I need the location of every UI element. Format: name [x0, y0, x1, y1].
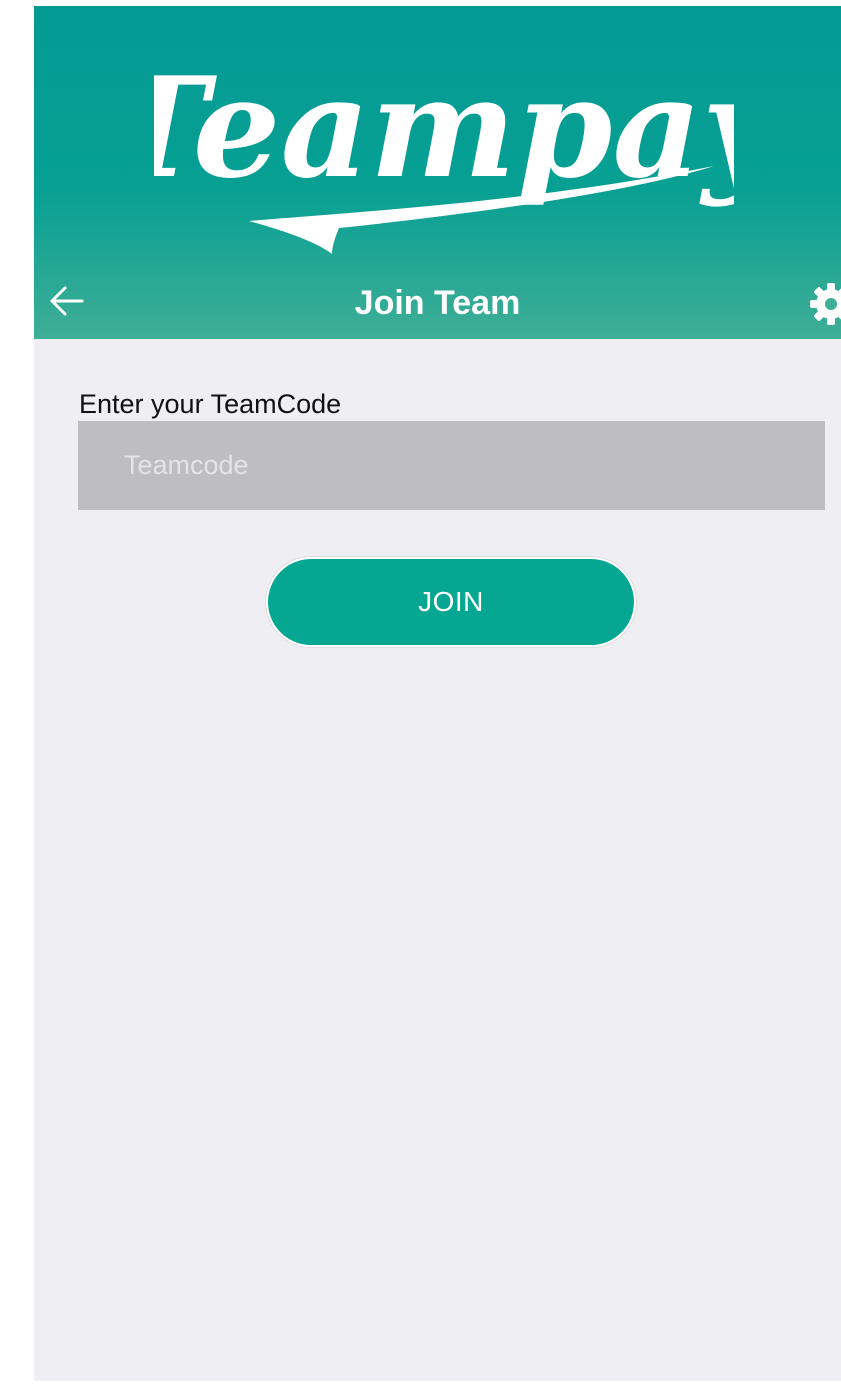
page-title: Join Team	[354, 284, 521, 322]
gear-icon[interactable]	[809, 282, 841, 326]
app-screen: Teampay Join Team Enter your TeamCode JO…	[34, 6, 841, 1381]
teamcode-label: Enter your TeamCode	[79, 389, 342, 419]
logo-text: Teampay	[154, 46, 734, 209]
teamcode-input[interactable]	[78, 421, 825, 510]
teampay-logo: Teampay	[154, 46, 734, 254]
header: Teampay Join Team	[34, 6, 841, 339]
join-button[interactable]: JOIN	[266, 557, 636, 647]
